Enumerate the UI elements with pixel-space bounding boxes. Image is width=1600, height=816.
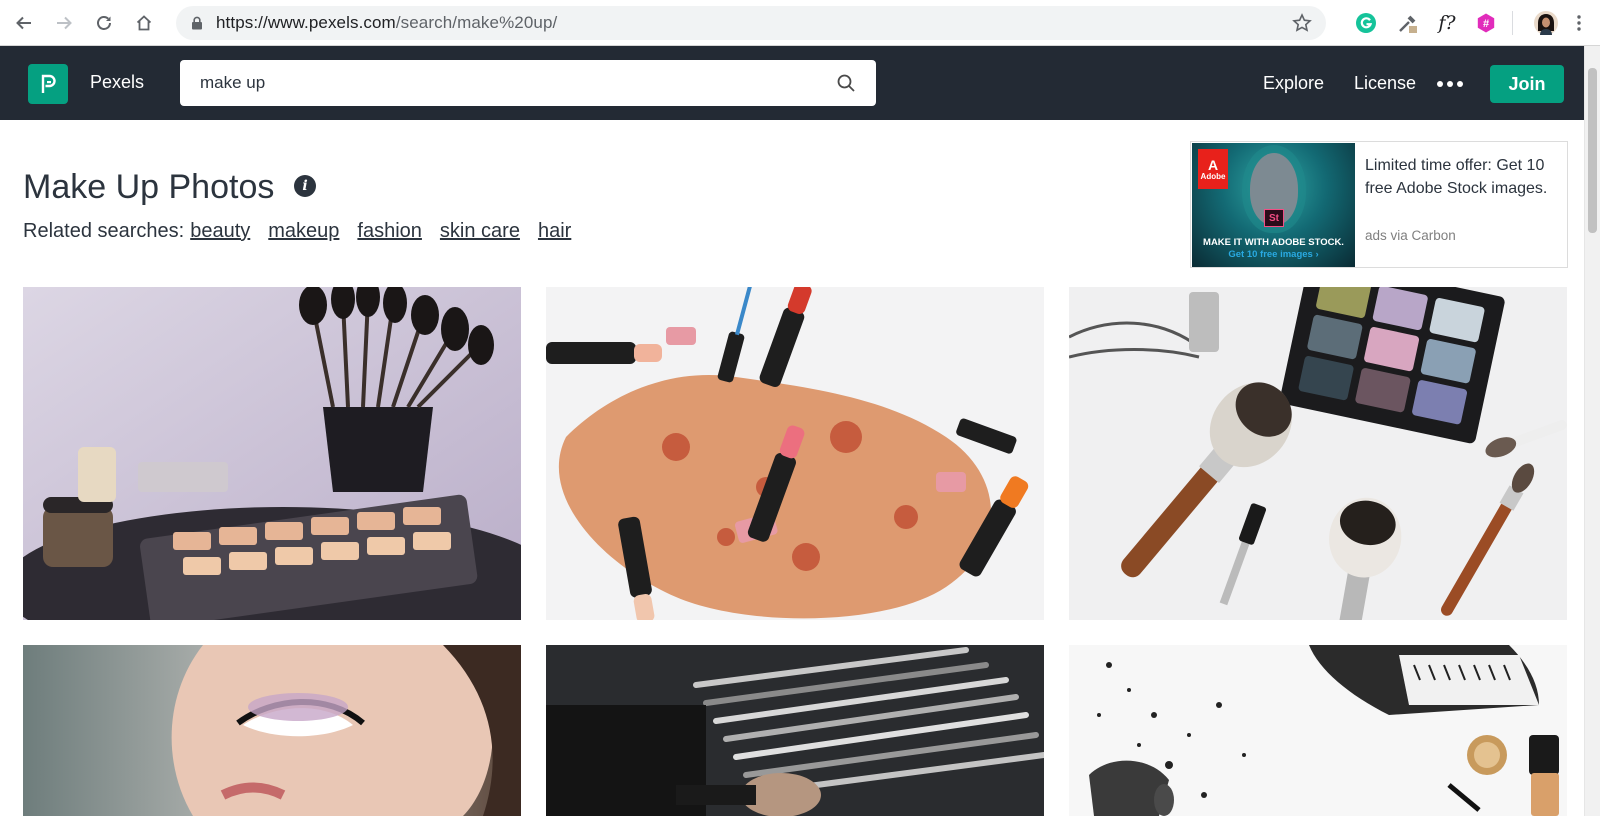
back-arrow-icon <box>16 16 31 29</box>
ad-cta-line2: Get 10 free images › <box>1228 249 1319 260</box>
home-button[interactable] <box>124 0 164 46</box>
ad-text[interactable]: Limited time offer: Get 10 free Adobe St… <box>1365 154 1561 200</box>
related-link-beauty[interactable]: beauty <box>190 220 250 243</box>
nav-explore-link[interactable]: Explore <box>1263 73 1324 94</box>
photo-powder-lipsticks <box>546 287 1044 620</box>
photo-card-cosmetics-flatlay[interactable] <box>1069 645 1567 816</box>
forward-button[interactable] <box>44 0 84 46</box>
brand-name[interactable]: Pexels <box>90 72 144 93</box>
photo-card-brushes-dark[interactable] <box>546 645 1044 816</box>
photo-card-eyeshadow-brushes[interactable] <box>1069 287 1567 620</box>
browser-toolbar: https://www.pexels.com/search/make%20up/… <box>0 0 1600 46</box>
eyedropper-extension-icon[interactable] <box>1396 11 1420 35</box>
forward-arrow-icon <box>57 16 72 29</box>
hashtag-extension-icon[interactable]: # <box>1474 11 1498 35</box>
address-bar[interactable]: https://www.pexels.com/search/make%20up/ <box>176 6 1326 40</box>
url-text: https://www.pexels.com/search/make%20up/ <box>216 13 557 33</box>
adobe-logo: A Adobe <box>1198 149 1228 189</box>
toolbar-divider <box>1512 11 1513 35</box>
photo-card-powder-lipsticks[interactable] <box>546 287 1044 620</box>
photo-makeup-brushes <box>23 287 521 620</box>
profile-avatar[interactable] <box>1534 11 1558 35</box>
url-path: /search/make%20up/ <box>395 13 558 32</box>
formula-extension-icon[interactable]: f? <box>1435 11 1459 35</box>
ad-via-carbon[interactable]: ads via Carbon <box>1365 228 1456 243</box>
pexels-logo[interactable] <box>28 64 68 104</box>
home-icon <box>136 14 152 30</box>
ad-image[interactable]: A Adobe St MAKE IT WITH ADOBE STOCK. Get… <box>1192 143 1355 267</box>
back-button[interactable] <box>4 0 44 46</box>
related-link-fashion[interactable]: fashion <box>357 220 422 243</box>
bookmark-star-icon[interactable] <box>1292 13 1312 33</box>
stock-badge: St <box>1264 209 1284 227</box>
photo-eyeshadow-brushes <box>1069 287 1567 620</box>
pexels-logo-icon <box>41 74 56 93</box>
scrollbar-thumb[interactable] <box>1588 68 1597 233</box>
page-scrollbar[interactable] <box>1584 46 1600 816</box>
related-link-hair[interactable]: hair <box>538 220 571 243</box>
lock-icon <box>192 16 202 30</box>
adobe-logo-text: Adobe <box>1200 171 1226 181</box>
photo-brushes-dark <box>546 645 1044 816</box>
chrome-menu-icon[interactable] <box>1574 11 1584 35</box>
more-menu-icon[interactable] <box>1437 81 1463 87</box>
join-button[interactable]: Join <box>1490 65 1564 103</box>
photo-cosmetics-flatlay <box>1069 645 1567 816</box>
ad-cta: MAKE IT WITH ADOBE STOCK. Get 10 free im… <box>1192 237 1355 261</box>
reload-icon <box>97 15 111 30</box>
svg-text:#: # <box>1483 18 1489 30</box>
carbon-ad[interactable]: A Adobe St MAKE IT WITH ADOBE STOCK. Get… <box>1190 141 1568 268</box>
url-host: https://www.pexels.com <box>216 13 396 32</box>
ad-cta-line1: MAKE IT WITH ADOBE STOCK. <box>1203 237 1344 248</box>
search-box <box>180 60 876 106</box>
related-searches-label: Related searches: <box>23 220 185 242</box>
photo-woman-eye-makeup <box>23 645 521 816</box>
info-icon[interactable]: i <box>294 175 316 197</box>
related-link-skin-care[interactable]: skin care <box>440 220 520 243</box>
reload-button[interactable] <box>84 0 124 46</box>
page-title: Make Up Photos <box>23 168 275 206</box>
search-input[interactable] <box>180 73 820 93</box>
photo-card-makeup-brushes[interactable] <box>23 287 521 620</box>
search-icon[interactable] <box>836 73 856 93</box>
site-header: Pexels Explore License Join <box>0 46 1600 120</box>
related-link-makeup[interactable]: makeup <box>268 220 339 243</box>
photo-card-woman-eye-makeup[interactable] <box>23 645 521 816</box>
nav-license-link[interactable]: License <box>1354 73 1416 94</box>
grammarly-extension-icon[interactable] <box>1354 11 1378 35</box>
related-searches: Related searches: beauty makeup fashion … <box>23 220 589 243</box>
